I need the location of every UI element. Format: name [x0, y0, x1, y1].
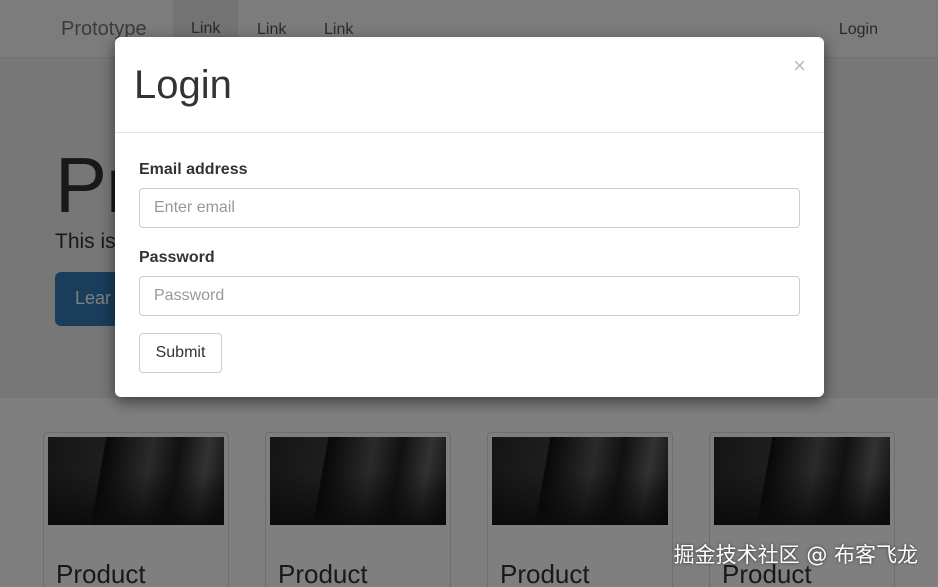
submit-button[interactable]: Submit — [139, 333, 222, 373]
modal-header: Login × — [115, 37, 824, 133]
email-label: Email address — [139, 161, 248, 178]
password-field[interactable] — [139, 276, 800, 316]
password-label: Password — [139, 249, 215, 266]
watermark: 掘金技术社区 @ 布客飞龙 — [673, 543, 918, 567]
login-modal: Login × Email address Password Submit — [115, 37, 824, 397]
modal-title: Login — [134, 63, 232, 107]
close-icon[interactable]: × — [793, 55, 806, 77]
email-field[interactable] — [139, 188, 800, 228]
